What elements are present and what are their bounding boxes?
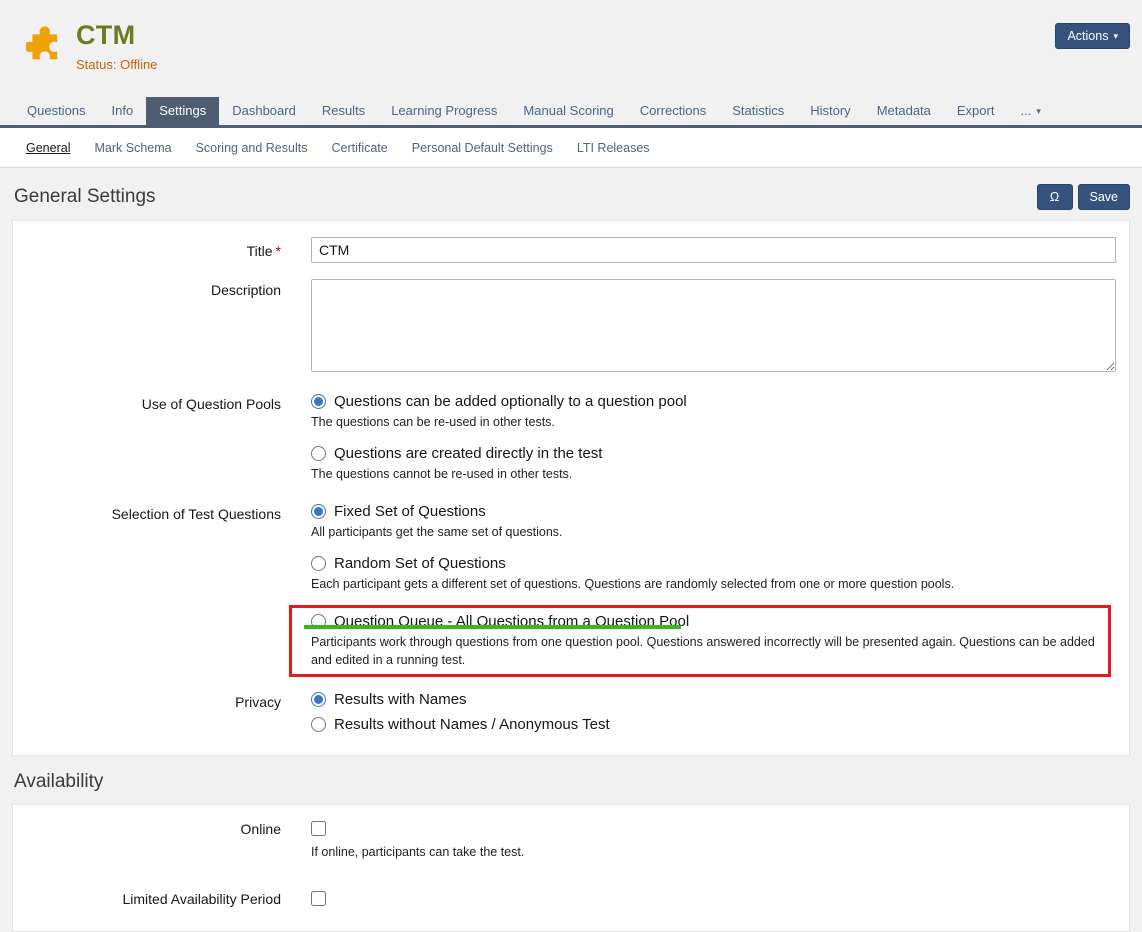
sub-tab-bar: General Mark Schema Scoring and Results … [0,128,1142,168]
limited-period-label: Limited Availability Period [13,891,311,911]
results-without-names-radio[interactable] [311,717,326,732]
general-settings-heading-row: General Settings Ω Save [0,168,1142,220]
fixed-set-radio[interactable] [311,504,326,519]
random-set-radio[interactable] [311,556,326,571]
tab-dashboard[interactable]: Dashboard [219,97,309,125]
page: CTM Status: Offline Actions ▾ Questions I… [0,0,1142,932]
radio-option-pool-optional: Questions can be added optionally to a q… [311,393,1116,410]
title-input[interactable] [311,237,1116,263]
tab-history[interactable]: History [797,97,863,125]
radio-option-results-with-names: Results with Names [311,691,1116,708]
tab-statistics[interactable]: Statistics [719,97,797,125]
limited-period-checkbox[interactable] [311,891,326,906]
pool-direct-help: The questions cannot be re-used in other… [311,465,1111,483]
subtab-scoring-and-results[interactable]: Scoring and Results [196,141,308,155]
privacy-row: Privacy Results with Names Results witho… [13,691,1116,741]
question-selection-content: Fixed Set of Questions All participants … [311,503,1116,675]
tab-settings[interactable]: Settings [146,97,219,125]
results-with-names-radio[interactable] [311,692,326,707]
online-help: If online, participants can take the tes… [311,843,1111,861]
save-button[interactable]: Save [1078,184,1131,210]
description-textarea[interactable] [311,279,1116,372]
pool-direct-radio[interactable] [311,446,326,461]
random-set-help: Each participant gets a different set of… [311,575,1111,593]
availability-panel: Online If online, participants can take … [12,804,1130,932]
description-field-content [311,279,1116,377]
question-queue-label[interactable]: Question Queue - All Questions from a Qu… [334,613,689,630]
required-asterisk: * [276,243,281,259]
results-without-names-label[interactable]: Results without Names / Anonymous Test [334,716,610,733]
omega-button[interactable]: Ω [1037,184,1073,210]
tab-questions[interactable]: Questions [14,97,99,125]
privacy-content: Results with Names Results without Names… [311,691,1116,741]
heading-buttons: Ω Save [1037,184,1131,210]
pool-direct-label[interactable]: Questions are created directly in the te… [334,445,602,462]
availability-heading-row: Availability [0,756,1142,804]
subtab-general[interactable]: General [26,141,70,155]
online-content: If online, participants can take the tes… [311,821,1116,865]
question-pools-content: Questions can be added optionally to a q… [311,393,1116,487]
pool-optional-label[interactable]: Questions can be added optionally to a q… [334,393,687,410]
page-title: CTM [76,20,157,50]
header: CTM Status: Offline Actions ▾ [0,0,1142,97]
tab-learning-progress[interactable]: Learning Progress [378,97,510,125]
object-title-block: CTM Status: Offline [26,0,157,97]
title-field-label: Title* [13,237,311,263]
tab-more[interactable]: ... ▾ [1007,97,1053,125]
radio-option-question-queue: Question Queue - All Questions from a Qu… [311,613,1116,630]
tab-export[interactable]: Export [944,97,1008,125]
test-puzzle-icon [26,20,66,60]
main-tab-bar: Questions Info Settings Dashboard Result… [0,97,1142,128]
radio-option-results-without-names: Results without Names / Anonymous Test [311,716,1116,733]
radio-option-random-set: Random Set of Questions [311,555,1116,572]
tab-more-label: ... [1020,103,1031,118]
tab-results[interactable]: Results [309,97,378,125]
online-row: Online If online, participants can take … [13,821,1116,865]
caret-down-icon: ▾ [1036,106,1041,116]
question-selection-row: Selection of Test Questions Fixed Set of… [13,503,1116,675]
description-field-row: Description [13,279,1116,377]
subtab-personal-default-settings[interactable]: Personal Default Settings [412,141,553,155]
description-field-label: Description [13,279,311,377]
title-field-content [311,237,1116,263]
title-column: CTM Status: Offline [76,20,157,72]
random-set-label[interactable]: Random Set of Questions [334,555,506,572]
fixed-set-help: All participants get the same set of que… [311,523,1111,541]
radio-option-fixed-set: Fixed Set of Questions [311,503,1116,520]
subtab-certificate[interactable]: Certificate [331,141,387,155]
results-with-names-label[interactable]: Results with Names [334,691,467,708]
pool-optional-radio[interactable] [311,394,326,409]
question-queue-option-block: Question Queue - All Questions from a Qu… [311,608,1116,675]
pool-optional-help: The questions can be re-used in other te… [311,413,1111,431]
privacy-label: Privacy [13,691,311,741]
subtab-mark-schema[interactable]: Mark Schema [94,141,171,155]
tab-corrections[interactable]: Corrections [627,97,719,125]
tab-metadata[interactable]: Metadata [864,97,944,125]
field-label-text: Title [247,243,273,259]
availability-heading: Availability [14,771,103,793]
online-label: Online [13,821,311,865]
actions-button-label: Actions [1067,29,1108,43]
online-checkbox[interactable] [311,821,326,836]
question-pools-label: Use of Question Pools [13,393,311,487]
radio-option-pool-direct: Questions are created directly in the te… [311,445,1116,462]
limited-period-content [311,891,1116,911]
question-pools-row: Use of Question Pools Questions can be a… [13,393,1116,487]
question-queue-radio[interactable] [311,614,326,629]
status-text: Status: Offline [76,57,157,72]
caret-down-icon: ▾ [1113,31,1118,41]
fixed-set-label[interactable]: Fixed Set of Questions [334,503,486,520]
tab-info[interactable]: Info [99,97,147,125]
question-selection-label: Selection of Test Questions [13,503,311,675]
limited-period-row: Limited Availability Period [13,891,1116,911]
general-settings-panel: Title* Description Use of Question Pools… [12,220,1130,756]
subtab-lti-releases[interactable]: LTI Releases [577,141,650,155]
tab-manual-scoring[interactable]: Manual Scoring [510,97,626,125]
actions-button[interactable]: Actions ▾ [1055,23,1130,49]
title-field-row: Title* [13,237,1116,263]
section-heading: General Settings [14,186,156,208]
question-queue-help: Participants work through questions from… [311,633,1111,669]
